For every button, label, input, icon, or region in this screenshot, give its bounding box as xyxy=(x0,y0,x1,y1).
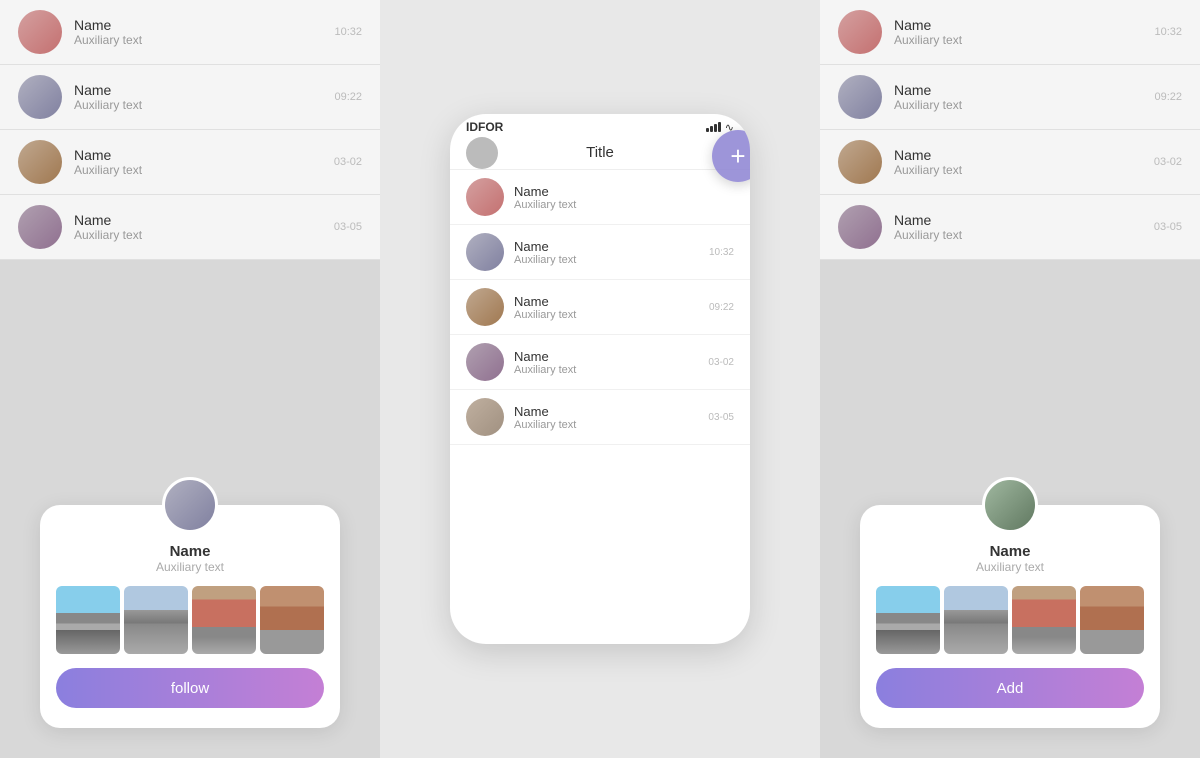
profile-avatar xyxy=(162,477,218,533)
avatar xyxy=(466,288,504,326)
contact-name: Name xyxy=(74,82,322,98)
contact-time: 10:32 xyxy=(334,26,362,38)
right-panel: Name Auxiliary text 10:32 Name Auxiliary… xyxy=(820,0,1200,758)
left-profile-card: Name Auxiliary text follow xyxy=(40,505,340,728)
contact-aux: Auxiliary text xyxy=(74,228,322,242)
photo-thumb-2 xyxy=(124,586,188,654)
photo-thumb-4 xyxy=(260,586,324,654)
phone-contact-row: Name Auxiliary text xyxy=(450,170,750,225)
photo-thumb-2 xyxy=(944,586,1008,654)
contact-aux: Auxiliary text xyxy=(74,33,322,47)
avatar xyxy=(838,10,882,54)
avatar xyxy=(838,205,882,249)
contact-name: Name xyxy=(894,17,1142,33)
right-profile-card: Name Auxiliary text Add xyxy=(860,505,1160,728)
avatar xyxy=(466,178,504,216)
photo-thumb-3 xyxy=(192,586,256,654)
contact-time: 09:22 xyxy=(334,91,362,103)
avatar xyxy=(18,140,62,184)
profile-avatar xyxy=(982,477,1038,533)
contact-aux: Auxiliary text xyxy=(514,199,724,211)
contact-time: 03-05 xyxy=(1154,221,1182,233)
avatar xyxy=(18,10,62,54)
avatar xyxy=(838,140,882,184)
contact-time: 03-02 xyxy=(708,357,734,368)
contact-time: 09:22 xyxy=(709,302,734,313)
contact-aux: Auxiliary text xyxy=(514,419,698,431)
contact-time: 03-02 xyxy=(334,156,362,168)
contact-name: Name xyxy=(514,349,698,364)
status-bar: IDFOR ∿ xyxy=(450,114,750,140)
left-contact-list: Name Auxiliary text 10:32 Name Auxiliary… xyxy=(0,0,380,260)
contact-name: Name xyxy=(894,147,1142,163)
contact-name: Name xyxy=(514,184,724,199)
contact-row: Name Auxiliary text 03-05 xyxy=(820,195,1200,260)
contact-row: Name Auxiliary text 03-02 xyxy=(0,130,380,195)
contact-aux: Auxiliary text xyxy=(894,98,1142,112)
carrier-label: IDFOR xyxy=(466,120,503,134)
contact-name: Name xyxy=(894,82,1142,98)
contact-aux: Auxiliary text xyxy=(514,364,698,376)
photo-thumb-1 xyxy=(876,586,940,654)
phone-contact-row: Name Auxiliary text 03-05 xyxy=(450,390,750,445)
photo-thumb-1 xyxy=(56,586,120,654)
contact-time: 10:32 xyxy=(709,247,734,258)
photo-strip xyxy=(40,586,340,654)
contact-name: Name xyxy=(74,147,322,163)
contact-aux: Auxiliary text xyxy=(894,163,1142,177)
avatar xyxy=(466,398,504,436)
phone-contact-list: Name Auxiliary text Name Auxiliary text … xyxy=(450,170,750,445)
contact-time: 09:22 xyxy=(1154,91,1182,103)
right-contact-list: Name Auxiliary text 10:32 Name Auxiliary… xyxy=(820,0,1200,260)
photo-strip xyxy=(860,586,1160,654)
profile-name: Name xyxy=(170,543,211,560)
phone-title: Title xyxy=(586,144,614,161)
left-panel: Name Auxiliary text 10:32 Name Auxiliary… xyxy=(0,0,380,758)
add-button[interactable]: Add xyxy=(876,668,1144,708)
profile-aux: Auxiliary text xyxy=(976,560,1044,574)
contact-row: Name Auxiliary text 10:32 xyxy=(0,0,380,65)
phone-title-row: Title + xyxy=(450,140,750,170)
contact-aux: Auxiliary text xyxy=(514,309,699,321)
contact-row: Name Auxiliary text 03-02 xyxy=(820,130,1200,195)
contact-name: Name xyxy=(74,17,322,33)
photo-thumb-4 xyxy=(1080,586,1144,654)
follow-button[interactable]: follow xyxy=(56,668,324,708)
phone-contact-row: Name Auxiliary text 09:22 xyxy=(450,280,750,335)
photo-thumb-3 xyxy=(1012,586,1076,654)
contact-aux: Auxiliary text xyxy=(514,254,699,266)
contact-aux: Auxiliary text xyxy=(74,163,322,177)
contact-row: Name Auxiliary text 10:32 xyxy=(820,0,1200,65)
contact-name: Name xyxy=(514,404,698,419)
phone-contact-row: Name Auxiliary text 03-02 xyxy=(450,335,750,390)
phone-contact-row: Name Auxiliary text 10:32 xyxy=(450,225,750,280)
avatar xyxy=(838,75,882,119)
contact-aux: Auxiliary text xyxy=(894,33,1142,47)
contact-row: Name Auxiliary text 09:22 xyxy=(820,65,1200,130)
avatar xyxy=(466,343,504,381)
avatar xyxy=(18,75,62,119)
contact-time: 03-05 xyxy=(708,412,734,423)
contact-name: Name xyxy=(514,294,699,309)
profile-aux: Auxiliary text xyxy=(156,560,224,574)
contact-aux: Auxiliary text xyxy=(74,98,322,112)
contact-aux: Auxiliary text xyxy=(894,228,1142,242)
contact-time: 03-05 xyxy=(334,221,362,233)
signal-icon xyxy=(706,122,721,132)
contact-name: Name xyxy=(74,212,322,228)
middle-phone: IDFOR ∿ Title + Name Auxiliary text xyxy=(450,114,750,644)
contact-time: 03-02 xyxy=(1154,156,1182,168)
contact-time: 10:32 xyxy=(1154,26,1182,38)
profile-name: Name xyxy=(990,543,1031,560)
contact-row: Name Auxiliary text 03-05 xyxy=(0,195,380,260)
title-avatar xyxy=(466,137,498,169)
avatar xyxy=(466,233,504,271)
contact-row: Name Auxiliary text 09:22 xyxy=(0,65,380,130)
avatar xyxy=(18,205,62,249)
contact-name: Name xyxy=(894,212,1142,228)
contact-name: Name xyxy=(514,239,699,254)
